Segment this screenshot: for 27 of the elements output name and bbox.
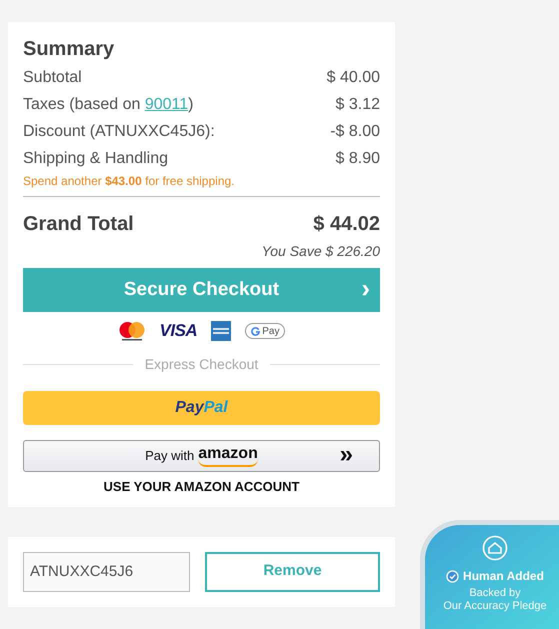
house-icon bbox=[482, 535, 508, 561]
line-label: ) bbox=[188, 95, 194, 115]
coupon-field[interactable]: ATNUXXC45J6 bbox=[23, 552, 190, 592]
line-label: Discount (ATNUXXC45J6): bbox=[23, 122, 215, 142]
savings-text: You Save $ 226.20 bbox=[262, 242, 380, 261]
amazon-note: USE YOUR AMAZON ACCOUNT bbox=[104, 478, 300, 496]
badge-subtitle: Backed by Our Accuracy Pledge bbox=[443, 587, 547, 613]
line-label: Subtotal bbox=[23, 68, 82, 88]
line-value: -$ 8.00 bbox=[330, 122, 380, 142]
grand-total-value: $ 44.02 bbox=[313, 212, 380, 237]
summary-title: Summary bbox=[23, 37, 116, 62]
amex-logo bbox=[211, 321, 232, 341]
line-label: Shipping & Handling bbox=[23, 149, 168, 169]
line-label: Taxes (based on bbox=[23, 95, 142, 115]
line-value: $ 40.00 bbox=[326, 68, 380, 88]
visa-logo: VISA bbox=[160, 320, 198, 342]
shipping-note: Spend another $43.00 for free shipping. bbox=[23, 173, 236, 190]
grand-total-label: Grand Total bbox=[23, 212, 134, 237]
mastercard-logo bbox=[118, 321, 146, 341]
google-pay-logo: Pay bbox=[245, 323, 286, 339]
line-value: $ 3.12 bbox=[336, 95, 380, 115]
express-checkout-label: Express Checkout bbox=[144, 355, 258, 374]
paypal-button[interactable]: PayPal bbox=[23, 391, 380, 425]
check-icon bbox=[446, 570, 460, 582]
badge-title: Human Added bbox=[463, 568, 544, 585]
amazon-pay-button[interactable]: Pay with amazon » bbox=[23, 440, 380, 472]
line-value: $ 8.90 bbox=[336, 149, 380, 169]
